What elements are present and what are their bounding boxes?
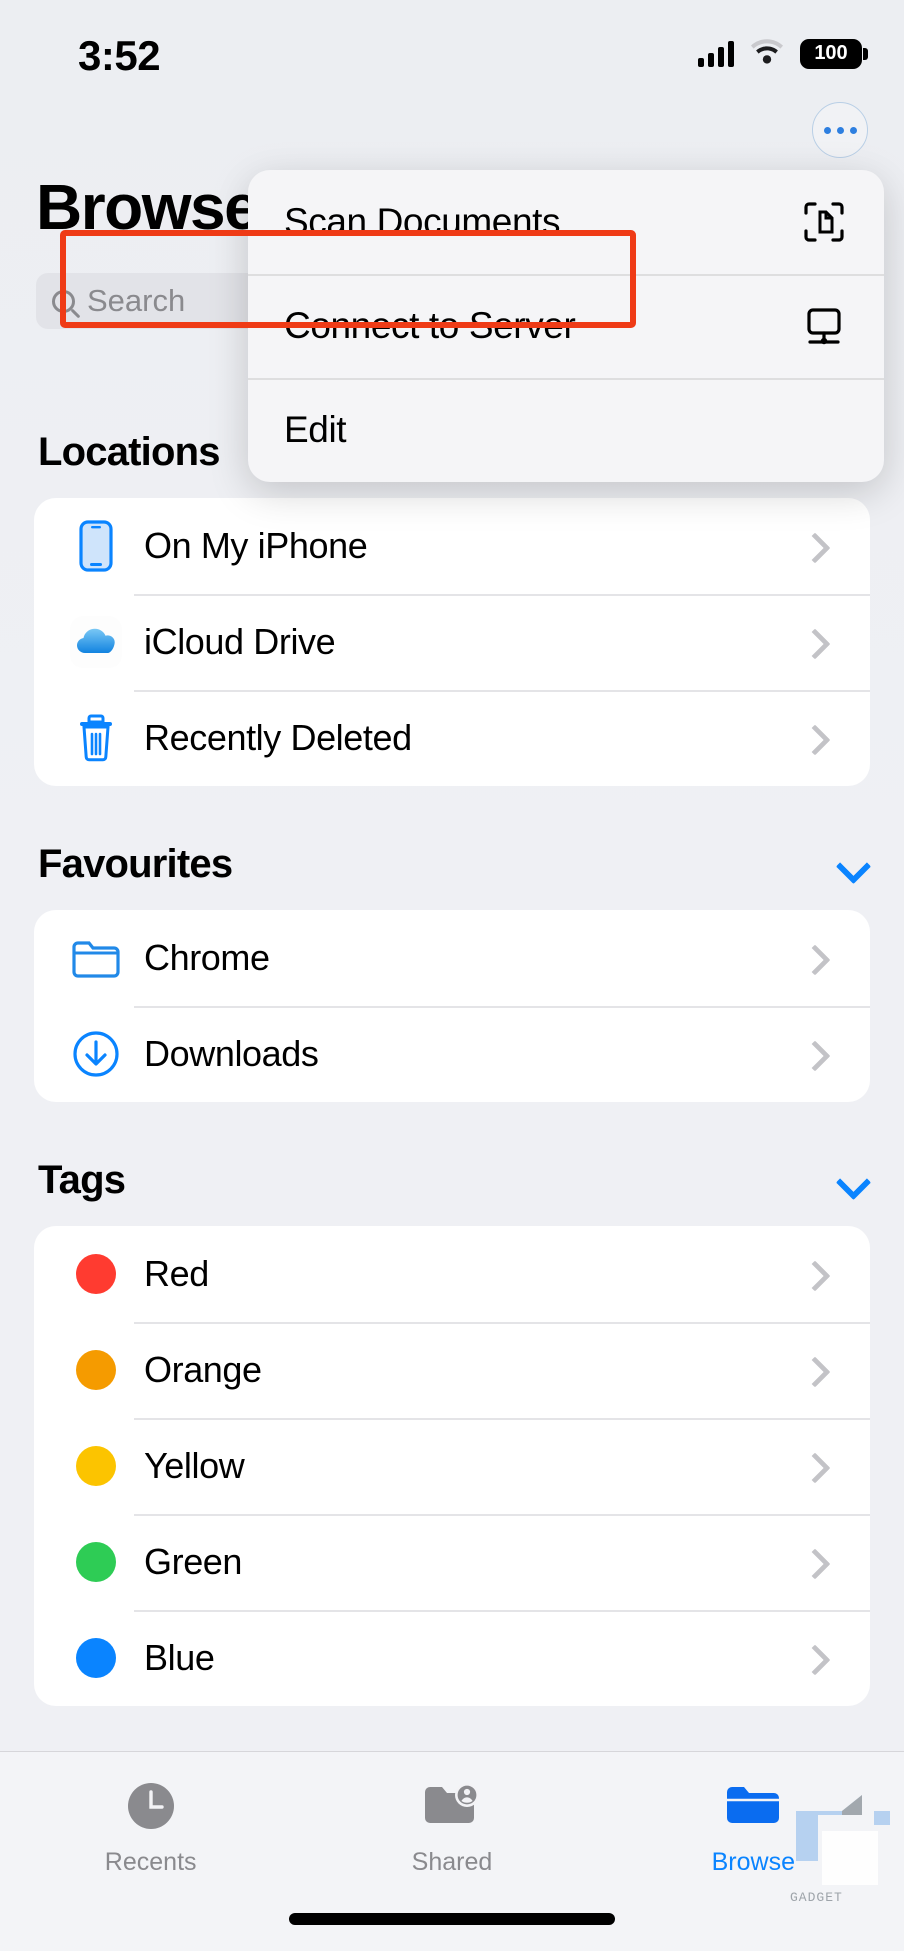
icloud-icon: [68, 614, 124, 670]
list-item-label: iCloud Drive: [144, 621, 336, 662]
list-item[interactable]: Blue: [34, 1610, 870, 1706]
menu-item-scan-documents[interactable]: Scan Documents: [248, 170, 884, 274]
section-title: Favourites: [38, 841, 233, 886]
context-menu: Scan Documents Connect to Server Edit: [248, 170, 884, 482]
list-item[interactable]: Downloads: [34, 1006, 870, 1102]
iphone-icon: [68, 520, 124, 572]
list-item[interactable]: Recently Deleted: [34, 690, 870, 786]
list-item-label: Blue: [144, 1637, 215, 1678]
section-header-tags: Tags: [0, 1148, 904, 1212]
browse-list: Locations On My iPhone iCloud Drive Rece…: [0, 420, 904, 1951]
ellipsis-dot: [823, 126, 831, 134]
list-item[interactable]: Orange: [34, 1322, 870, 1418]
list-item-label: On My iPhone: [144, 525, 368, 566]
home-indicator: [289, 1913, 615, 1925]
clock-icon: [125, 1778, 177, 1834]
menu-item-label: Edit: [284, 409, 347, 450]
chevron-right-icon: [804, 633, 822, 651]
chevron-down-icon[interactable]: [838, 1167, 864, 1193]
tag-color-dot: [68, 1350, 124, 1390]
trash-icon: [68, 713, 124, 763]
list-item-label: Green: [144, 1541, 243, 1582]
folder-icon: [68, 937, 124, 979]
chevron-right-icon: [804, 1045, 822, 1063]
search-placeholder: Search: [87, 283, 186, 318]
battery-icon: 100: [800, 38, 868, 69]
list-item-label: Recently Deleted: [144, 717, 412, 758]
ellipsis-dot: [849, 126, 857, 134]
tab-label: Recents: [104, 1848, 197, 1876]
chevron-right-icon: [804, 949, 822, 967]
page-title: Browse: [36, 171, 260, 243]
document-scanner-icon: [802, 200, 846, 244]
chevron-down-icon[interactable]: [838, 851, 864, 877]
download-circle-icon: [68, 1030, 124, 1078]
search-icon: [52, 289, 75, 313]
list-item[interactable]: Yellow: [34, 1418, 870, 1514]
ellipsis-circle-icon[interactable]: [812, 102, 868, 158]
section-header-favourites: Favourites: [0, 832, 904, 896]
chevron-right-icon: [804, 1553, 822, 1571]
chevron-right-icon: [804, 1265, 822, 1283]
favourites-card: Chrome Downloads: [34, 910, 870, 1102]
phone-screen: 3:52 100 Browse Search Locations On My i…: [0, 0, 904, 1951]
section-title: Locations: [38, 429, 221, 474]
tag-color-dot: [68, 1542, 124, 1582]
chevron-right-icon: [804, 729, 822, 747]
list-item-label: Red: [144, 1253, 209, 1294]
list-item[interactable]: iCloud Drive: [34, 594, 870, 690]
chevron-right-icon: [804, 537, 822, 555]
chevron-right-icon: [804, 1361, 822, 1379]
menu-item-connect-to-server[interactable]: Connect to Server: [248, 274, 884, 378]
cellular-signal-icon: [698, 40, 734, 67]
status-bar: 3:52 100: [0, 0, 904, 105]
tab-recents[interactable]: Recents: [0, 1752, 301, 1951]
list-item-label: Orange: [144, 1349, 262, 1390]
watermark-logo: GADGET: [788, 1785, 896, 1905]
ellipsis-dot: [836, 126, 844, 134]
list-item[interactable]: Red: [34, 1226, 870, 1322]
display-network-icon: [802, 304, 846, 348]
list-item-label: Chrome: [144, 937, 270, 978]
tag-color-dot: [68, 1254, 124, 1294]
chevron-right-icon: [804, 1457, 822, 1475]
watermark-text: GADGET: [790, 1890, 843, 1905]
menu-item-label: Scan Documents: [284, 201, 561, 242]
list-item-label: Yellow: [144, 1445, 245, 1486]
folder-filled-icon: [723, 1778, 783, 1834]
menu-item-edit[interactable]: Edit: [248, 378, 884, 482]
status-bar-indicators: 100: [698, 38, 868, 69]
status-bar-clock: 3:52: [78, 32, 161, 79]
tags-card: Red Orange Yellow Green Blue: [34, 1226, 870, 1706]
battery-level-label: 100: [814, 42, 848, 64]
wifi-icon: [750, 38, 784, 69]
tab-label: Browse: [711, 1848, 795, 1876]
list-item-label: Downloads: [144, 1033, 319, 1074]
section-title: Tags: [38, 1157, 126, 1202]
menu-item-label: Connect to Server: [284, 305, 576, 346]
tag-color-dot: [68, 1446, 124, 1486]
locations-card: On My iPhone iCloud Drive Recently Delet…: [34, 498, 870, 786]
list-item[interactable]: Green: [34, 1514, 870, 1610]
shared-folder-icon: [422, 1778, 482, 1834]
chevron-right-icon: [804, 1649, 822, 1667]
list-item[interactable]: Chrome: [34, 910, 870, 1006]
list-item[interactable]: On My iPhone: [34, 498, 870, 594]
tab-label: Shared: [411, 1848, 493, 1876]
tag-color-dot: [68, 1638, 124, 1678]
